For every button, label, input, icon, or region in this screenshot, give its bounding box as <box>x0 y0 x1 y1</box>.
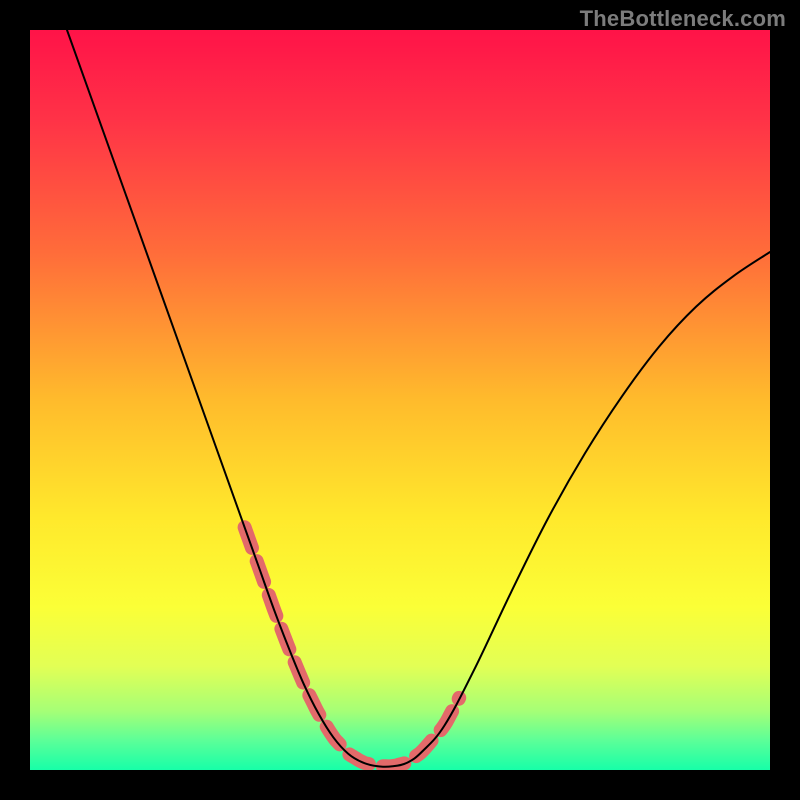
curve-layer <box>30 30 770 770</box>
chart-frame: TheBottleneck.com <box>0 0 800 800</box>
bottleneck-curve <box>67 30 770 767</box>
watermark-text: TheBottleneck.com <box>580 6 786 32</box>
plot-area <box>30 30 770 770</box>
curve-highlight <box>245 527 460 766</box>
